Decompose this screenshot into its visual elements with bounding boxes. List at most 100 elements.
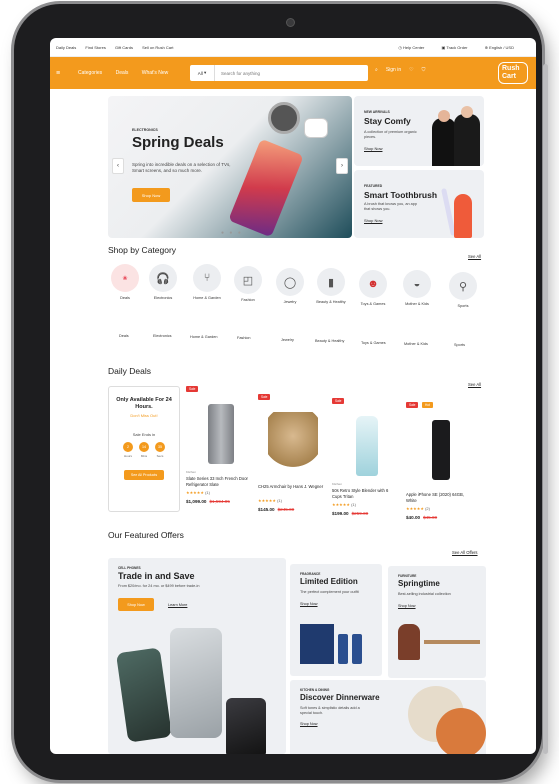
mario-icon: ☻ bbox=[359, 270, 387, 298]
category-toys[interactable]: ☻ Toys & Games bbox=[356, 270, 390, 306]
nav-deals[interactable]: Deals bbox=[116, 70, 129, 76]
offer-learn-more[interactable]: Learn More bbox=[168, 603, 187, 607]
offer-shop-link[interactable]: Shop Now bbox=[300, 602, 318, 606]
category-label-deals-alt[interactable]: Deals bbox=[119, 334, 129, 338]
nav-whats-new[interactable]: What's New bbox=[142, 70, 169, 76]
category-sports[interactable]: ⚲ Sports bbox=[446, 272, 480, 308]
product-card-armchair[interactable]: Sale CH25 Armchair by Hans J. Wegner ★★★… bbox=[258, 394, 330, 524]
phone-silver-image bbox=[170, 628, 222, 738]
help-link[interactable]: ◷ Help Center bbox=[398, 45, 432, 50]
link-daily-deals[interactable]: Daily Deals bbox=[56, 45, 76, 50]
toothbrush-base-image bbox=[454, 194, 472, 238]
offer-trade-in[interactable]: CELL PHONES Trade in and Save From $20/m… bbox=[108, 558, 286, 754]
category-label-beauty-alt[interactable]: Beauty & Healthy bbox=[315, 339, 344, 343]
promo-shop-link[interactable]: Shop Now bbox=[364, 146, 382, 151]
offer-dinnerware[interactable]: KITCHEN & DINING Discover Dinnerware Sof… bbox=[290, 680, 486, 754]
product-card-iphone[interactable]: Sale Hot Apple iPhone SE (2020) 64GB, Wh… bbox=[406, 402, 478, 532]
countdown-ends-label: Sale Ends in bbox=[132, 432, 156, 437]
timer-labels: Hours Mins Secs bbox=[123, 454, 164, 458]
product-name[interactable]: CH25 Armchair by Hans J. Wegner bbox=[258, 484, 324, 490]
categories-see-all[interactable]: See All bbox=[468, 254, 481, 259]
featured-see-all[interactable]: See All Offers bbox=[452, 550, 478, 555]
promo-shop-link[interactable]: Shop Now bbox=[364, 218, 382, 223]
countdown-title: Only Available For 24 Hours. bbox=[116, 397, 172, 410]
product-name[interactable]: Slate Series 33 Inch French Door Refrige… bbox=[186, 476, 252, 487]
search-input[interactable]: Search for anything bbox=[215, 71, 260, 76]
wishlist-icon[interactable]: ♡ bbox=[409, 67, 413, 73]
category-label-toys-alt[interactable]: Toys & Games bbox=[361, 341, 386, 345]
timer-secs: 35 bbox=[155, 442, 165, 452]
locale-selector[interactable]: ⊕ English / USD bbox=[485, 45, 522, 50]
product-rating: ★★★★★ (1) bbox=[258, 498, 282, 503]
carousel-dots[interactable]: ● ● ● bbox=[221, 230, 243, 236]
link-sell[interactable]: Sell on Rush Cart bbox=[142, 45, 173, 50]
logo[interactable]: Rush Cart bbox=[498, 62, 528, 84]
link-gift-cards[interactable]: Gift Cards bbox=[115, 45, 133, 50]
category-home-garden[interactable]: ⑂ Home & Garden bbox=[190, 264, 224, 300]
link-find-stores[interactable]: Find Stores bbox=[85, 45, 105, 50]
headphones-icon: 🎧 bbox=[149, 264, 177, 292]
table-image bbox=[424, 640, 480, 644]
promo-stay-comfy[interactable]: NEW ARRIVALS Stay Comfy A collection of … bbox=[354, 96, 484, 166]
hero-next-arrow[interactable]: › bbox=[336, 158, 348, 174]
category-label-mother-alt[interactable]: Mother & Kids bbox=[404, 342, 428, 346]
category-label-jewelry-alt[interactable]: Jewelry bbox=[281, 338, 294, 342]
offer-title: Limited Edition bbox=[300, 577, 358, 586]
sale-badge: Sale bbox=[186, 386, 199, 392]
offer-springtime[interactable]: FURNITURE Springtime Best-selling indust… bbox=[388, 566, 486, 678]
offer-shop-button[interactable]: Shop Now bbox=[118, 598, 154, 611]
product-name[interactable]: Apple iPhone SE (2020) 64GB, White bbox=[406, 492, 472, 503]
offer-title: Springtime bbox=[398, 579, 440, 588]
category-label-electronics-alt[interactable]: Electronics bbox=[153, 334, 172, 338]
hero-prev-arrow[interactable]: ‹ bbox=[112, 158, 124, 174]
chair-icon: ⑂ bbox=[193, 264, 221, 292]
product-price: $40.00 $45.00 bbox=[406, 515, 438, 520]
sale-badge: Sale bbox=[406, 402, 419, 408]
product-price: $199.00 $259.00 bbox=[332, 511, 369, 516]
countdown-card: Only Available For 24 Hours. Don't Miss … bbox=[108, 386, 180, 512]
category-label-sports-alt[interactable]: Sports bbox=[454, 343, 465, 347]
bicycle-icon: ⚲ bbox=[449, 272, 477, 300]
product-card-refrigerator[interactable]: Sale Kitchen Slate Series 33 Inch French… bbox=[186, 386, 258, 516]
category-label-home-alt[interactable]: Home & Garden bbox=[190, 335, 217, 339]
lipstick-icon: ▮ bbox=[317, 268, 345, 296]
signin-link[interactable]: Sign in bbox=[386, 67, 401, 73]
screen: Daily Deals Find Stores Gift Cards Sell … bbox=[50, 38, 536, 754]
nav-categories[interactable]: Categories bbox=[78, 70, 102, 76]
product-image bbox=[356, 416, 378, 476]
offer-shop-link[interactable]: Shop Now bbox=[398, 604, 416, 608]
hero-title: Spring Deals bbox=[132, 134, 224, 151]
camera-icon bbox=[286, 18, 295, 27]
orange-plate-image bbox=[436, 708, 486, 754]
category-fashion[interactable]: ◰ Fashion bbox=[231, 266, 265, 302]
search-icon[interactable]: ⌕ bbox=[375, 67, 378, 73]
track-link[interactable]: ▣ Track Order bbox=[441, 45, 475, 50]
category-deals[interactable]: ❀ Deals bbox=[108, 264, 142, 300]
see-all-products-button[interactable]: See All Products bbox=[124, 470, 164, 480]
product-image bbox=[208, 404, 234, 464]
hot-badge: Hot bbox=[422, 402, 433, 408]
bottle-icon-2 bbox=[352, 634, 362, 664]
menu-icon[interactable]: ≡ bbox=[56, 70, 64, 77]
category-mother-kids[interactable]: ◒ Mother & Kids bbox=[400, 270, 434, 306]
section-title-categories: Shop by Category bbox=[108, 245, 177, 255]
daily-deals-see-all[interactable]: See All bbox=[468, 382, 481, 387]
offer-limited-edition[interactable]: FRAGRANCE Limited Edition The perfect co… bbox=[290, 564, 382, 676]
offer-shop-link[interactable]: Shop Now bbox=[300, 722, 318, 726]
utility-bar: Daily Deals Find Stores Gift Cards Sell … bbox=[50, 38, 536, 57]
search-scope-select[interactable]: All ▾ bbox=[190, 65, 215, 81]
fragrance-box-image bbox=[300, 624, 334, 664]
hero-shop-button[interactable]: Shop Now bbox=[132, 188, 170, 202]
product-name[interactable]: 50s Retro Style Blender with 6 Cups Trit… bbox=[332, 488, 398, 499]
category-label-fashion-alt[interactable]: Fashion bbox=[237, 336, 251, 340]
category-electronics[interactable]: 🎧 Electronics bbox=[146, 264, 180, 300]
main-header: ≡ Categories Deals What's New All ▾ Sear… bbox=[50, 57, 536, 89]
tablet-frame: Daily Deals Find Stores Gift Cards Sell … bbox=[14, 4, 548, 780]
promo-title: Smart Toothbrush bbox=[364, 190, 438, 200]
search-bar: All ▾ Search for anything bbox=[190, 65, 368, 81]
category-jewelry[interactable]: ◯ Jewelry bbox=[273, 268, 307, 304]
product-card-blender[interactable]: Sale Kitchen 50s Retro Style Blender wit… bbox=[332, 398, 404, 528]
cart-icon[interactable]: ⛉ bbox=[422, 67, 426, 73]
promo-smart-toothbrush[interactable]: FEATURED Smart Toothbrush A brush that k… bbox=[354, 170, 484, 238]
category-beauty[interactable]: ▮ Beauty & Healthy bbox=[314, 268, 348, 304]
